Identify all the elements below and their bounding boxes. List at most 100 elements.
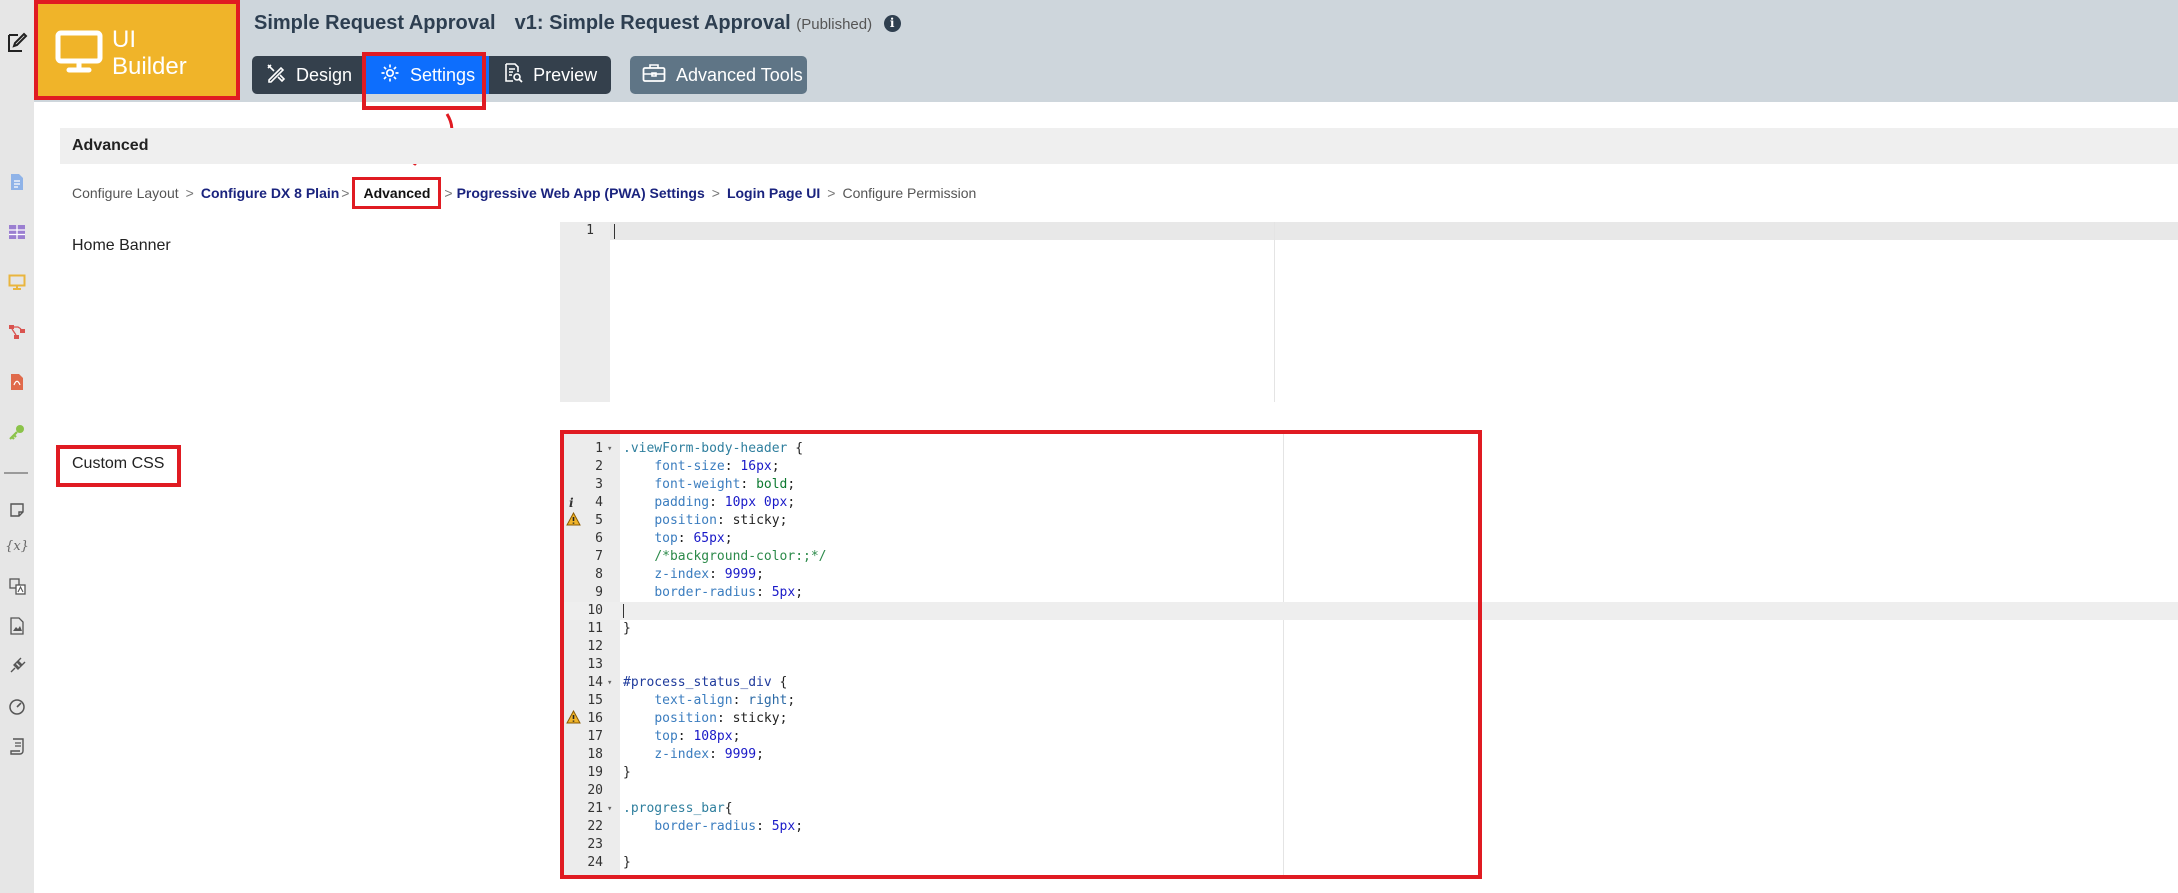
code-text: } bbox=[623, 765, 631, 780]
line-number: 22 bbox=[587, 819, 603, 834]
breadcrumb-advanced: Advanced bbox=[352, 177, 442, 209]
fold-toggle-icon[interactable]: ▾ bbox=[607, 440, 612, 458]
version-title: v1: Simple Request Approval bbox=[514, 12, 791, 34]
tab-design-label: Design bbox=[296, 64, 353, 85]
section-header: Advanced bbox=[60, 128, 2178, 164]
edit-icon[interactable] bbox=[4, 30, 30, 56]
line-number: 8 bbox=[595, 567, 603, 582]
gauge-icon[interactable] bbox=[7, 696, 27, 716]
code-line: 16 position: sticky; bbox=[563, 709, 2178, 729]
info-icon[interactable]: i bbox=[883, 15, 901, 32]
fold-toggle-icon[interactable]: ▾ bbox=[607, 800, 612, 818]
translate-icon[interactable] bbox=[7, 576, 27, 596]
code-text: /*background-color:;*/ bbox=[654, 549, 827, 564]
section-title: Advanced bbox=[72, 137, 149, 154]
logo-line-1: UI bbox=[112, 26, 136, 53]
code-line: 10 bbox=[563, 602, 2178, 620]
tab-design[interactable]: Design bbox=[252, 56, 367, 94]
line-number: 23 bbox=[587, 837, 603, 852]
code-line: 24} bbox=[563, 854, 2178, 872]
line-number: 12 bbox=[587, 639, 603, 654]
text-cursor bbox=[614, 224, 615, 239]
editor-gutter bbox=[560, 222, 610, 402]
note-icon[interactable] bbox=[7, 500, 27, 520]
code-text: z-index: 9999; bbox=[654, 567, 764, 582]
toolbox-icon bbox=[642, 63, 666, 88]
code-line: 6 top: 65px; bbox=[563, 530, 2178, 548]
code-line: 5 position: sticky; bbox=[563, 511, 2178, 531]
code-text: top: 108px; bbox=[654, 729, 741, 744]
warning-icon[interactable] bbox=[566, 709, 581, 729]
tab-settings[interactable]: Settings bbox=[366, 56, 490, 94]
key-icon[interactable] bbox=[7, 422, 27, 442]
ui-builder-logo[interactable]: UI Builder bbox=[34, 0, 240, 100]
tab-preview[interactable]: Preview bbox=[489, 56, 612, 94]
line-number: 17 bbox=[587, 729, 603, 744]
code-line: 2 font-size: 16px; bbox=[563, 458, 2178, 476]
code-line: 1 ▾ .viewForm-body-header { bbox=[563, 440, 2178, 458]
line-number: 18 bbox=[587, 747, 603, 762]
home-banner-editor[interactable]: 1 bbox=[560, 222, 2178, 402]
monitor-icon[interactable] bbox=[7, 272, 27, 292]
process-flow-icon[interactable] bbox=[7, 322, 27, 342]
logo-line-2: Builder bbox=[112, 53, 187, 80]
plugin-icon[interactable] bbox=[7, 656, 27, 676]
line-number: 1 bbox=[586, 223, 594, 238]
code-text: padding: 10px 0px; bbox=[654, 495, 796, 510]
monitor-icon bbox=[55, 30, 103, 79]
code-line: 14 ▾ #process_status_div { bbox=[563, 674, 2178, 692]
scroll-icon[interactable] bbox=[7, 736, 27, 756]
info-annotation-icon[interactable]: i bbox=[569, 494, 574, 512]
code-line: 7 /*background-color:;*/ bbox=[563, 548, 2178, 566]
code-text: .progress_bar{ bbox=[623, 801, 733, 816]
line-number: 6 bbox=[595, 531, 603, 546]
breadcrumb-login-page-ui[interactable]: Login Page UI bbox=[727, 185, 820, 201]
advanced-tools-label: Advanced Tools bbox=[676, 64, 803, 85]
gear-icon bbox=[380, 63, 400, 88]
pdf-icon[interactable] bbox=[7, 372, 27, 392]
line-number: 10 bbox=[587, 603, 603, 618]
breadcrumb-separator: > bbox=[341, 185, 350, 201]
breadcrumb-configure-dx8-plain[interactable]: Configure DX 8 Plain bbox=[201, 185, 339, 201]
line-number: 24 bbox=[587, 855, 603, 870]
app-title[interactable]: Simple Request Approval bbox=[254, 12, 496, 34]
line-number: 11 bbox=[587, 621, 603, 636]
document-icon[interactable] bbox=[7, 172, 27, 192]
left-rail: {x} bbox=[0, 0, 34, 893]
breadcrumb-separator: > bbox=[711, 185, 720, 201]
line-number: 2 bbox=[595, 459, 603, 474]
rail-divider bbox=[4, 472, 28, 474]
code-line: 21 ▾ .progress_bar{ bbox=[563, 800, 2178, 818]
code-line: 18 z-index: 9999; bbox=[563, 746, 2178, 764]
breadcrumb-pwa-settings[interactable]: Progressive Web App (PWA) Settings bbox=[457, 185, 705, 201]
table-icon[interactable] bbox=[7, 222, 27, 242]
code-text: } bbox=[623, 621, 631, 636]
code-text: font-size: 16px; bbox=[654, 459, 780, 474]
code-line: 13 bbox=[563, 656, 2178, 674]
breadcrumb-configure-layout[interactable]: Configure Layout bbox=[72, 185, 179, 201]
code-line: 20 bbox=[563, 782, 2178, 800]
document-search-icon bbox=[503, 62, 523, 88]
tab-preview-label: Preview bbox=[533, 64, 598, 85]
code-line: 17 top: 108px; bbox=[563, 728, 2178, 746]
logo-text: UI Builder bbox=[112, 26, 187, 80]
breadcrumb: Configure Layout > Configure DX 8 Plain … bbox=[72, 177, 976, 209]
code-line: 12 bbox=[563, 638, 2178, 656]
pencil-ruler-icon bbox=[266, 63, 286, 88]
breadcrumb-separator: > bbox=[185, 185, 194, 201]
line-number: 13 bbox=[587, 657, 603, 672]
fold-toggle-icon[interactable]: ▾ bbox=[607, 674, 612, 692]
variable-icon[interactable]: {x} bbox=[5, 536, 29, 556]
breadcrumb-configure-permission[interactable]: Configure Permission bbox=[842, 185, 976, 201]
code-line: 8 z-index: 9999; bbox=[563, 566, 2178, 584]
custom-css-editor[interactable]: 1 ▾ .viewForm-body-header {2 font-size: 16… bbox=[563, 434, 2178, 875]
warning-icon[interactable] bbox=[566, 511, 581, 531]
image-icon[interactable] bbox=[7, 616, 27, 636]
status-badge: (Published) bbox=[796, 16, 873, 33]
custom-css-label: Custom CSS bbox=[72, 455, 165, 472]
code-text: position: sticky; bbox=[654, 513, 788, 528]
mode-tabs: Design Settings Preview bbox=[252, 56, 612, 94]
breadcrumb-separator: > bbox=[444, 185, 453, 201]
advanced-tools-button[interactable]: Advanced Tools bbox=[630, 56, 807, 94]
line-number: 21 bbox=[587, 801, 603, 816]
